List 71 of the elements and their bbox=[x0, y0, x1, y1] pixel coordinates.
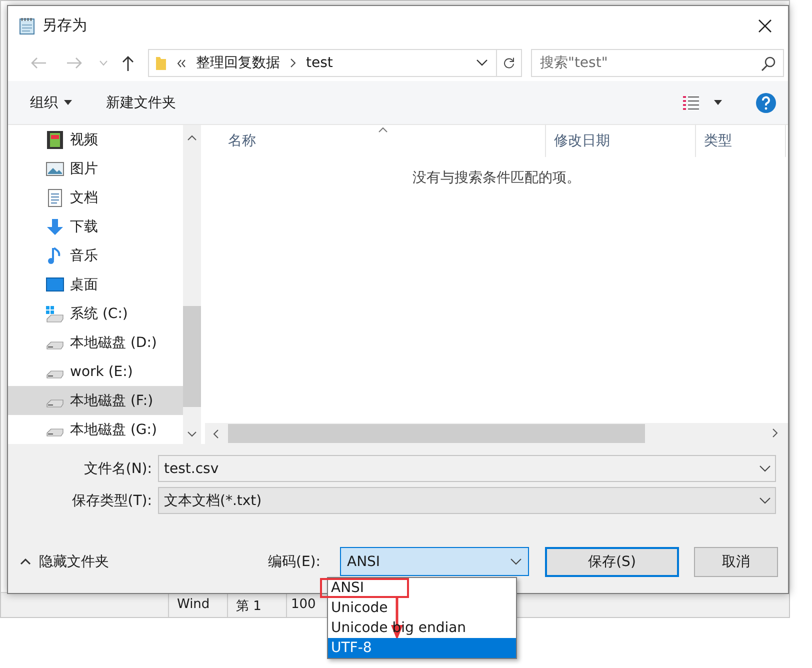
drive-icon bbox=[46, 304, 64, 322]
window-title: 另存为 bbox=[42, 16, 88, 35]
dropdown-option[interactable]: ANSI bbox=[328, 578, 516, 598]
hide-folders-button[interactable]: 隐藏文件夹 bbox=[20, 552, 260, 570]
sidebar-item[interactable]: 本地磁盘 (G:) bbox=[8, 415, 183, 444]
sidebar-item[interactable]: 本地磁盘 (F:) bbox=[8, 386, 183, 415]
scrollbar-thumb[interactable] bbox=[183, 306, 201, 407]
breadcrumb-item[interactable]: 整理回复数据 bbox=[196, 54, 280, 72]
address-bar[interactable]: 整理回复数据 test bbox=[148, 49, 522, 77]
chevron-down-icon bbox=[759, 497, 771, 504]
column-header[interactable]: 修改日期 bbox=[546, 125, 696, 157]
breadcrumb-item[interactable]: test bbox=[306, 55, 333, 71]
chevron-down-icon[interactable] bbox=[476, 59, 488, 67]
field-label: 保存类型(T): bbox=[70, 492, 153, 510]
encoding-dropdown[interactable]: ANSI bbox=[340, 547, 529, 576]
chevron-up-icon bbox=[20, 558, 31, 565]
encoding-label: 编码(E): bbox=[268, 552, 322, 570]
file-type-dropdown[interactable]: 文本文档(*.txt) bbox=[158, 487, 776, 514]
save-button[interactable]: 保存(S) bbox=[545, 546, 679, 576]
sidebar-item[interactable]: 音乐 bbox=[8, 241, 183, 270]
field-label: 文件名(N): bbox=[82, 460, 153, 478]
list-view-icon bbox=[682, 96, 700, 110]
sort-caret-icon bbox=[378, 127, 388, 133]
sidebar-item[interactable]: 图片 bbox=[8, 154, 183, 183]
chevron-down-icon bbox=[510, 558, 522, 565]
drive-icon bbox=[46, 428, 64, 436]
document-icon bbox=[46, 188, 64, 206]
scrollbar-thumb[interactable] bbox=[228, 424, 645, 443]
chevron-down-icon bbox=[759, 465, 771, 472]
caret-icon bbox=[714, 100, 722, 105]
chevron-right-icon bbox=[290, 58, 296, 68]
sidebar-item[interactable]: 文档 bbox=[8, 183, 183, 212]
file-name-field[interactable]: test.csv bbox=[158, 455, 776, 482]
column-header[interactable]: 名称 bbox=[205, 125, 546, 157]
close-icon bbox=[758, 18, 772, 32]
scroll-right-icon bbox=[772, 428, 778, 438]
cancel-button[interactable]: 取消 bbox=[694, 546, 778, 576]
sidebar-item[interactable]: 系统 (C:) bbox=[8, 299, 183, 328]
sidebar-item[interactable]: 下载 bbox=[8, 212, 183, 241]
picture-icon bbox=[46, 160, 64, 178]
scroll-down-icon bbox=[187, 431, 197, 437]
sidebar-item[interactable]: 桌面 bbox=[8, 270, 183, 299]
sidebar-item[interactable]: 视频 bbox=[8, 125, 183, 154]
scroll-left-icon bbox=[212, 428, 218, 438]
organize-button[interactable]: 组织 bbox=[28, 90, 74, 116]
dropdown-option[interactable]: UTF-8 bbox=[328, 638, 516, 658]
film-icon bbox=[46, 130, 64, 148]
help-icon bbox=[756, 92, 776, 112]
desktop-icon bbox=[46, 276, 64, 294]
download-icon bbox=[46, 218, 64, 236]
folder-icon bbox=[155, 55, 167, 71]
drive-icon bbox=[46, 398, 64, 408]
caret-icon bbox=[64, 100, 72, 105]
notepad-icon bbox=[18, 16, 36, 34]
double-chevron-icon bbox=[177, 58, 186, 68]
sidebar-item[interactable]: 本地磁盘 (D:) bbox=[8, 328, 183, 357]
drive-icon bbox=[46, 370, 64, 378]
scroll-up-icon bbox=[187, 135, 197, 141]
drive-icon bbox=[46, 340, 64, 350]
refresh-icon bbox=[503, 55, 515, 71]
search-icon bbox=[761, 56, 776, 71]
search-field[interactable]: 搜索"test" bbox=[531, 49, 784, 77]
forward-arrow-icon bbox=[66, 57, 82, 69]
new-folder-button[interactable]: 新建文件夹 bbox=[104, 90, 178, 116]
chevron-down-icon bbox=[98, 60, 108, 66]
dropdown-option[interactable]: Unicode bbox=[328, 598, 516, 618]
empty-message: 没有与搜索条件匹配的项。 bbox=[412, 169, 580, 187]
back-arrow-icon bbox=[31, 57, 47, 69]
up-arrow-icon bbox=[122, 55, 134, 71]
column-header[interactable]: 类型 bbox=[696, 125, 786, 157]
sidebar-item[interactable]: work (E:) bbox=[8, 357, 183, 386]
